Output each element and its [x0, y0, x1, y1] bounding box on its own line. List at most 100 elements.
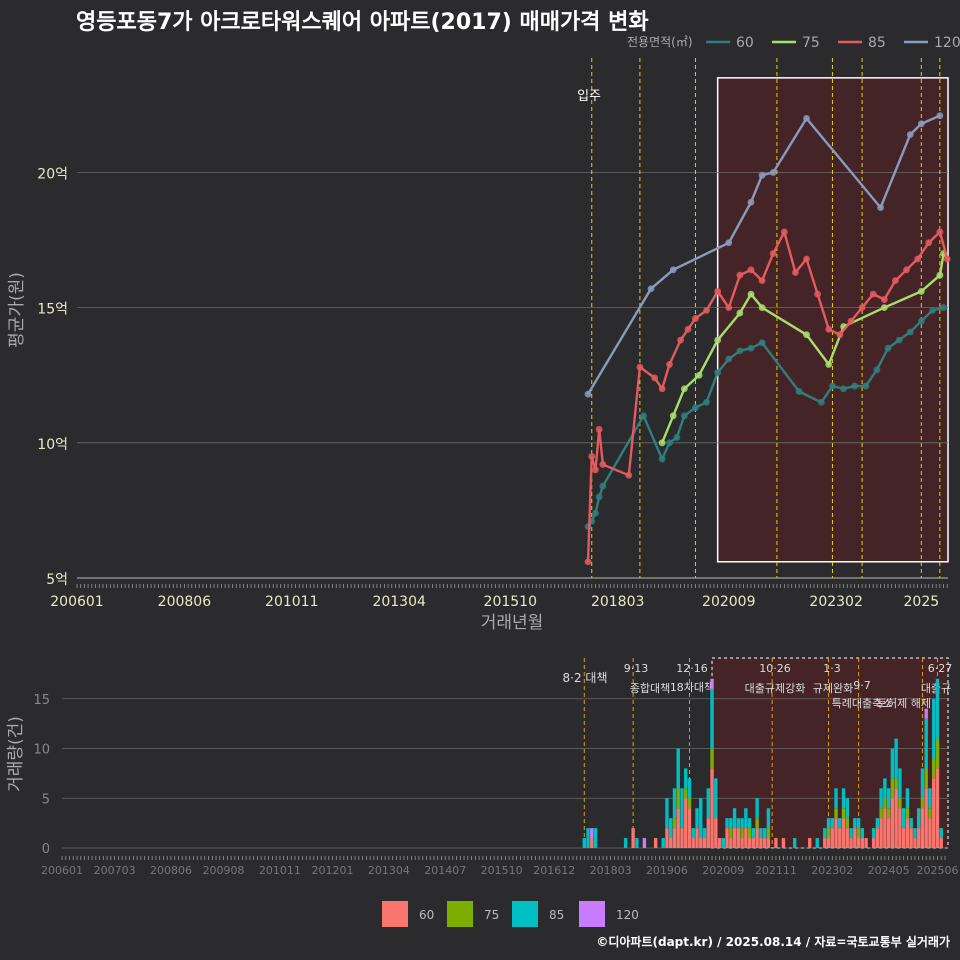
volume-legend-label: 85 — [549, 908, 564, 922]
data-point-120 — [647, 285, 655, 293]
volume-x-tick: 201201 — [312, 864, 354, 877]
volume-bar-75 — [710, 748, 714, 769]
volume-bar-85 — [928, 788, 932, 809]
volume-bar-85 — [725, 818, 729, 829]
data-point-60 — [884, 344, 892, 352]
data-point-60 — [873, 366, 881, 374]
data-point-60 — [829, 382, 836, 390]
volume-bar-85 — [635, 838, 639, 848]
volume-bar-85 — [830, 818, 834, 829]
volume-legend-swatch-60 — [382, 901, 408, 927]
volume-bar-75 — [684, 788, 688, 799]
volume-bar-85 — [691, 828, 695, 839]
data-point-85 — [725, 304, 733, 312]
volume-bar-85 — [699, 798, 703, 839]
data-point-60 — [795, 388, 803, 395]
data-point-75 — [680, 385, 688, 393]
data-point-60 — [840, 385, 847, 393]
volume-bar-60 — [766, 838, 771, 848]
volume-bar-75 — [845, 818, 849, 829]
volume-x-tick: 201803 — [590, 864, 632, 877]
data-point-75 — [714, 336, 722, 344]
volume-bar-60 — [928, 818, 932, 848]
volume-legend-label: 75 — [484, 908, 499, 922]
data-point-85 — [814, 290, 822, 298]
volume-bar-60 — [747, 838, 752, 848]
volume-bar-60 — [732, 828, 737, 848]
volume-bar-85 — [732, 808, 737, 829]
data-point-75 — [917, 288, 925, 295]
volume-bar-85 — [582, 838, 586, 848]
volume-y-tick: 0 — [42, 842, 50, 857]
volume-bar-85 — [684, 768, 688, 789]
volume-bar-60 — [894, 788, 898, 848]
volume-bar-60 — [879, 818, 883, 848]
volume-x-tick: 202405 — [868, 864, 910, 877]
data-point-75 — [936, 271, 944, 279]
data-point-85 — [943, 255, 951, 263]
data-point-85 — [636, 363, 644, 371]
data-point-75 — [658, 439, 666, 447]
volume-bar-60 — [676, 808, 680, 848]
data-point-75 — [880, 304, 888, 312]
data-point-85 — [847, 317, 855, 325]
volume-bar-85 — [661, 838, 665, 848]
data-point-85 — [869, 290, 877, 298]
volume-bar-85 — [890, 748, 895, 779]
data-point-60 — [747, 344, 755, 352]
data-point-85 — [651, 374, 659, 382]
data-point-120 — [584, 390, 592, 398]
volume-bar-85 — [909, 818, 913, 829]
volume-bar-85 — [905, 788, 910, 809]
volume-bar-75 — [841, 808, 846, 819]
volume-bar-85 — [917, 808, 921, 829]
x-tick-label: 201011 — [265, 594, 318, 610]
data-point-85 — [858, 304, 866, 312]
policy-date: 9·13 — [624, 662, 649, 675]
data-point-60 — [658, 455, 666, 463]
volume-bar-85 — [736, 818, 741, 829]
policy-label: 종합대책 — [630, 682, 670, 695]
data-point-85 — [892, 277, 899, 285]
volume-bar-85 — [823, 828, 827, 839]
volume-bar-60 — [917, 828, 921, 848]
volume-bar-85 — [886, 788, 891, 809]
volume-y-tick: 15 — [33, 693, 50, 708]
volume-bar-85 — [740, 818, 744, 829]
volume-x-tick: 202111 — [755, 864, 797, 877]
data-point-85 — [625, 471, 633, 479]
data-point-85 — [588, 452, 596, 460]
volume-bar-75 — [687, 798, 692, 809]
data-point-60 — [666, 439, 673, 447]
volume-x-tick: 200806 — [150, 864, 192, 877]
volume-y-axis-title: 거래량(건) — [6, 716, 26, 792]
volume-bar-60 — [838, 828, 842, 848]
data-point-60 — [640, 412, 647, 420]
data-point-60 — [851, 382, 859, 390]
volume-bar-85 — [710, 688, 714, 749]
volume-bar-85 — [901, 808, 906, 829]
volume-bar-85 — [744, 808, 748, 829]
volume-bar-60 — [653, 838, 658, 848]
data-point-85 — [803, 255, 810, 263]
volume-legend-swatch-75 — [447, 901, 473, 927]
data-point-85 — [703, 306, 710, 314]
data-point-85 — [836, 331, 844, 339]
volume-bar-85 — [751, 828, 756, 839]
volume-bar-85 — [755, 798, 759, 819]
data-point-60 — [692, 404, 699, 412]
volume-bar-60 — [890, 798, 895, 848]
volume-bar-85 — [721, 838, 725, 848]
volume-x-tick: 200908 — [203, 864, 245, 877]
volume-bar-60 — [699, 838, 703, 848]
volume-bar-60 — [781, 838, 786, 848]
data-point-85 — [584, 558, 592, 566]
volume-bar-75 — [883, 798, 887, 809]
data-point-75 — [736, 309, 744, 317]
volume-bar-60 — [871, 838, 876, 848]
policy-date: 1·3 — [823, 662, 841, 675]
data-point-120 — [725, 239, 733, 247]
x-tick-label: 201510 — [484, 594, 537, 610]
volume-bar-60 — [762, 838, 767, 848]
volume-bar-75 — [826, 828, 831, 839]
